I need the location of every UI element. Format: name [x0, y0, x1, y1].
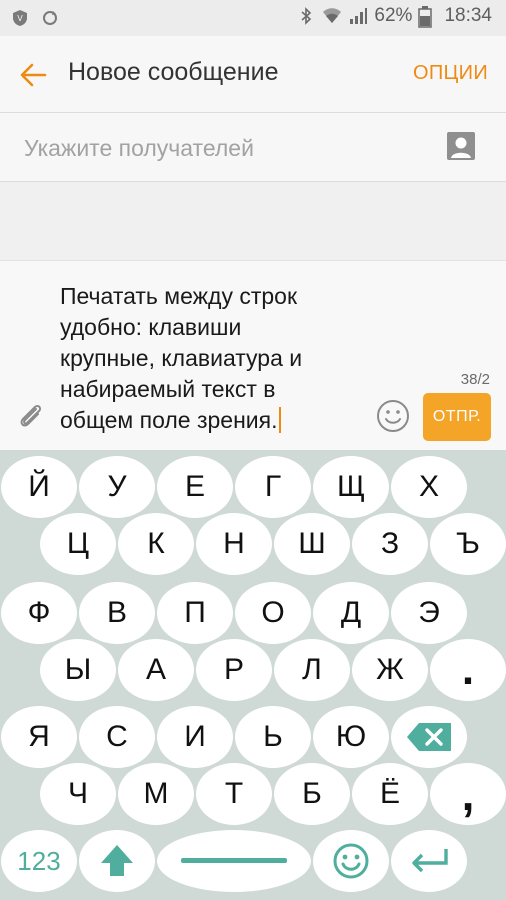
page-title: Новое сообщение [68, 58, 279, 86]
signal-icon [348, 6, 368, 26]
key-letter[interactable]: Р [196, 639, 272, 701]
key-letter[interactable]: П [157, 582, 233, 644]
key-letter[interactable]: Л [274, 639, 350, 701]
message-text: Печатать между строк удобно: клавиши кру… [60, 283, 303, 433]
key-period[interactable]: . [430, 639, 506, 701]
key-letter[interactable]: Д [313, 582, 389, 644]
space-key[interactable] [157, 830, 311, 892]
key-letter[interactable]: Я [1, 706, 77, 768]
battery-icon [418, 6, 438, 28]
key-letter[interactable]: Ч [40, 763, 116, 825]
character-counter: 38/2 [460, 371, 490, 388]
spacebar-icon [181, 858, 287, 863]
emoji-key[interactable] [313, 830, 389, 892]
key-letter[interactable]: Ж [352, 639, 428, 701]
options-button[interactable]: ОПЦИИ [413, 62, 488, 85]
back-arrow-icon[interactable] [18, 60, 48, 90]
key-letter[interactable]: У [79, 456, 155, 518]
key-letter[interactable]: З [352, 513, 428, 575]
keyboard: Й У Е Г Щ Х Ц К Н Ш З Ъ Ф В П О Д Э Ы А … [0, 450, 506, 900]
key-letter[interactable]: Ё [352, 763, 428, 825]
emoji-icon[interactable] [376, 399, 410, 433]
key-letter[interactable]: Т [196, 763, 272, 825]
key-letter[interactable]: Б [274, 763, 350, 825]
paperclip-icon[interactable] [16, 401, 46, 431]
key-letter[interactable]: Н [196, 513, 272, 575]
key-letter[interactable]: В [79, 582, 155, 644]
messaging-app: V 62% 18:34 Новое сообщение ОПЦИИ Укажит… [0, 0, 506, 900]
battery-percent: 62% [374, 5, 413, 26]
key-letter[interactable]: А [118, 639, 194, 701]
bluetooth-icon [296, 6, 316, 26]
key-letter[interactable]: О [235, 582, 311, 644]
message-composer: Печатать между строк удобно: клавиши кру… [0, 260, 506, 450]
backspace-key[interactable] [391, 706, 467, 768]
key-letter[interactable]: Г [235, 456, 311, 518]
key-letter[interactable]: Й [1, 456, 77, 518]
key-comma[interactable]: , [430, 763, 506, 825]
key-letter[interactable]: Э [391, 582, 467, 644]
key-letter[interactable]: К [118, 513, 194, 575]
backspace-icon [407, 723, 451, 751]
shift-key[interactable] [79, 830, 155, 892]
key-letter[interactable]: Ю [313, 706, 389, 768]
svg-text:V: V [17, 14, 23, 23]
message-input[interactable]: Печатать между строк удобно: клавиши кру… [60, 281, 370, 436]
key-letter[interactable]: С [79, 706, 155, 768]
wifi-icon [322, 6, 342, 26]
key-letter[interactable]: Е [157, 456, 233, 518]
contact-picker-icon[interactable] [446, 131, 476, 161]
send-button[interactable]: ОТПР. [423, 393, 491, 441]
key-letter[interactable]: Ф [1, 582, 77, 644]
key-letter[interactable]: Ъ [430, 513, 506, 575]
conversation-area [0, 182, 506, 260]
sync-icon [40, 8, 60, 28]
status-bar: V 62% 18:34 [0, 0, 506, 36]
key-letter[interactable]: Ь [235, 706, 311, 768]
key-letter[interactable]: Х [391, 456, 467, 518]
enter-key[interactable] [391, 830, 467, 892]
app-header: Новое сообщение ОПЦИИ [0, 36, 506, 112]
clock: 18:34 [444, 5, 492, 26]
key-letter[interactable]: М [118, 763, 194, 825]
smiley-icon [333, 843, 369, 879]
key-letter[interactable]: Ш [274, 513, 350, 575]
shield-icon: V [10, 8, 30, 28]
key-letter[interactable]: Ы [40, 639, 116, 701]
text-cursor [278, 407, 281, 433]
numbers-key[interactable]: 123 [1, 830, 77, 892]
shift-arrow-icon [101, 845, 133, 876]
key-letter[interactable]: Щ [313, 456, 389, 518]
enter-arrow-icon [412, 849, 448, 873]
recipients-placeholder[interactable]: Укажите получателей [24, 135, 254, 162]
key-letter[interactable]: Ц [40, 513, 116, 575]
recipients-field[interactable]: Укажите получателей [0, 112, 506, 182]
key-letter[interactable]: И [157, 706, 233, 768]
